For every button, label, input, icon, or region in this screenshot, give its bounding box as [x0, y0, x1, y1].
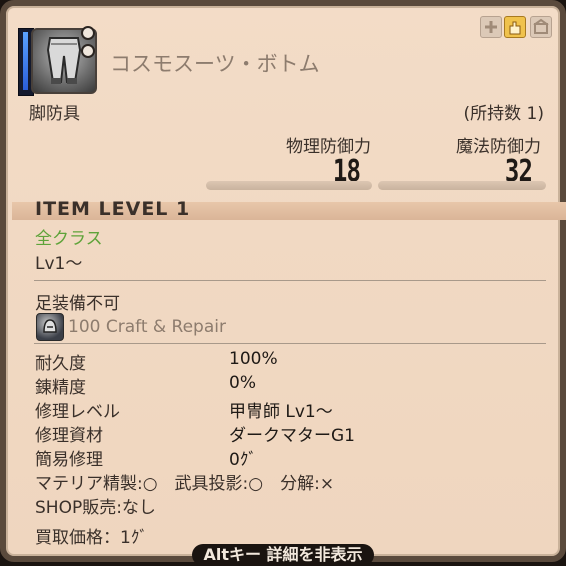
owned-count: (所持数 1) — [463, 104, 544, 124]
spiritbond-value: 0% — [229, 373, 256, 393]
socket-dot-icon — [81, 26, 95, 40]
class-requirement: 全クラス — [35, 229, 103, 249]
quick-repair-value: 0ｸﾞ — [229, 450, 257, 470]
item-level: ITEM LEVEL 1 — [35, 198, 191, 220]
repair-material-value: ダークマターG1 — [229, 426, 355, 446]
item-name: コスモスーツ・ボトム — [110, 52, 320, 76]
repair-material-label: 修理資材 — [35, 426, 103, 446]
durability-value: 100% — [229, 349, 278, 369]
housing-icon — [530, 16, 552, 38]
durability-label: 耐久度 — [35, 354, 86, 374]
item-tooltip: コスモスーツ・ボトム 脚防具 (所持数 1) 物理防御力 魔法防御力 18 32… — [0, 0, 566, 562]
phys-defense-bar — [206, 181, 372, 190]
spiritbond-label: 錬精度 — [35, 378, 86, 398]
hand-icon — [504, 16, 526, 38]
mag-defense-bar — [378, 181, 546, 190]
repair-tag: 100 Craft & Repair — [68, 317, 226, 337]
divider — [34, 280, 546, 281]
sell-price: 買取価格：1ｸﾞ — [35, 528, 148, 548]
toggle-details-hint[interactable]: Altキー 詳細を非表示 — [192, 544, 374, 566]
level-requirement: Lv1～ — [35, 254, 83, 274]
item-category: 脚防具 — [29, 104, 80, 124]
plus-icon — [480, 16, 502, 38]
quick-repair-label: 簡易修理 — [35, 450, 103, 470]
helmet-icon — [36, 313, 64, 341]
repair-level-label: 修理レベル — [35, 402, 120, 422]
shop-sale: SHOP販売:なし — [35, 498, 156, 518]
socket-dot-icon — [81, 44, 95, 58]
materia-flags: マテリア精製:○ 武具投影:○ 分解:× — [35, 474, 335, 494]
divider — [34, 343, 546, 344]
repair-level-value: 甲冑師 Lv1～ — [229, 402, 333, 422]
equip-restriction: 足装備不可 — [35, 294, 120, 314]
